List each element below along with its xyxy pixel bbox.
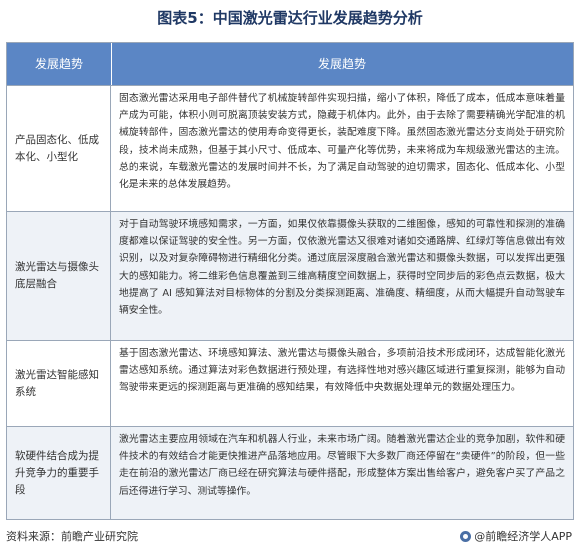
table-row: 软硬件结合成为提升竞争力的重要手段 激光雷达主要应用领域在汽车和机器人行业，未来… — [7, 426, 573, 519]
trend-cell: 激光雷达与摄像头底层融合 — [7, 212, 111, 340]
trend-table: 发展趋势 发展趋势 产品固态化、低成本化、小型化 固态激光雷达采用电子部件替代了… — [6, 42, 574, 520]
trend-cell: 产品固态化、低成本化、小型化 — [7, 86, 111, 211]
header-detail: 发展趋势 — [317, 57, 366, 71]
qianzhan-logo-icon — [460, 530, 472, 542]
chart-title: 图表5：中国激光雷达行业发展趋势分析 — [157, 9, 423, 27]
detail-cell: 固态激光雷达采用电子部件替代了机械旋转部件实现扫描，缩小了体积，降低了成本，低成… — [119, 93, 565, 191]
table-row: 激光雷达智能感知系统 基于固态激光雷达、环境感知算法、激光雷达与摄像头融合，多项… — [7, 340, 573, 426]
detail-cell: 激光雷达主要应用领域在汽车和机器人行业，未来市场广阔。随着激光雷达企业的竞争加剧… — [119, 434, 565, 497]
trend-cell: 软硬件结合成为提升竞争力的重要手段 — [7, 427, 111, 519]
source-note: 资料来源：前瞻产业研究院 — [6, 530, 138, 543]
header-trend: 发展趋势 — [34, 57, 83, 71]
detail-cell: 基于固态激光雷达、环境感知算法、激光雷达与摄像头融合，多项前沿技术形成闭环，达成… — [119, 348, 565, 394]
trend-cell: 激光雷达智能感知系统 — [7, 341, 111, 426]
brand-credit: @前瞻经济学人APP — [460, 528, 572, 544]
detail-cell: 对于自动驾驶环境感知需求，一方面，如果仅依靠摄像头获取的二维图像，感知的可靠性和… — [119, 219, 565, 317]
table-header-row: 发展趋势 发展趋势 — [7, 43, 573, 85]
brand-text: @前瞻经济学人APP — [474, 530, 572, 543]
table-row: 产品固态化、低成本化、小型化 固态激光雷达采用电子部件替代了机械旋转部件实现扫描… — [7, 85, 573, 211]
table-row: 激光雷达与摄像头底层融合 对于自动驾驶环境感知需求，一方面，如果仅依靠摄像头获取… — [7, 211, 573, 340]
